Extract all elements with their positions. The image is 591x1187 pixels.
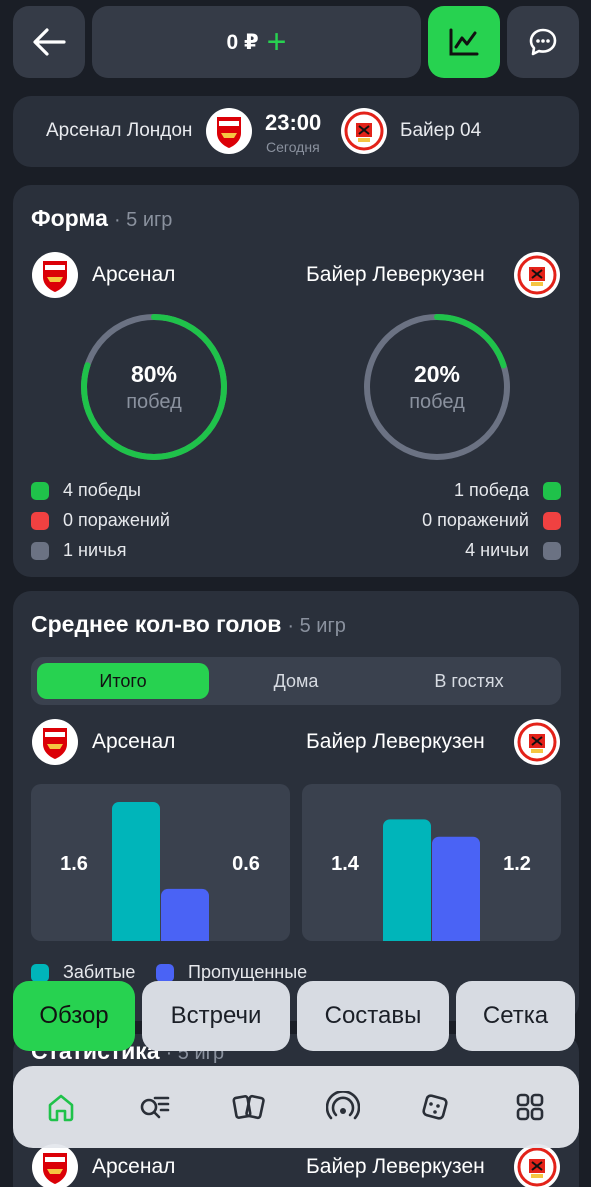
away-draws-row: 4 ничьи — [465, 540, 561, 561]
scored-value-label: 1.4 — [331, 853, 360, 875]
form-subtitle: · 5 игр — [113, 209, 173, 231]
away-wins-row: 1 победа — [454, 480, 561, 501]
match-header[interactable]: Арсенал Лондон 23:00 Сегодня Байер 04 — [13, 96, 579, 167]
home-goals-svg: 1.6 0.6 — [60, 802, 260, 941]
live-broadcast-icon[interactable] — [323, 1087, 363, 1127]
conceded-value-label: 1.2 — [503, 853, 531, 875]
draw-swatch — [543, 541, 561, 560]
goals-title: Среднее кол-во голов — [31, 611, 282, 637]
avg-goals-card: Среднее кол-во голов · 5 игр Итого Дома … — [13, 591, 579, 1021]
tab-lineups-label: Составы — [324, 1002, 422, 1029]
goals-away-name: Байер Леверкузен — [306, 730, 485, 753]
apps-grid-icon[interactable] — [510, 1087, 550, 1127]
stats-away-name: Байер Леверкузен — [306, 1155, 485, 1178]
balance-button[interactable]: 0 ₽ + — [92, 6, 421, 78]
tab-total[interactable]: Итого — [37, 663, 209, 699]
goals-subtitle: · 5 игр — [287, 615, 346, 637]
home-win-percent: 80% — [130, 361, 178, 387]
arrow-left-icon — [33, 28, 66, 56]
loss-swatch — [31, 511, 49, 530]
scored-legend: Забитые — [31, 962, 135, 983]
back-button[interactable] — [13, 6, 85, 78]
home-draws: 1 ничья — [63, 540, 127, 560]
conceded-value-label: 0.6 — [232, 853, 260, 875]
home-goals-chart: 1.6 0.6 — [31, 784, 290, 941]
tab-lineups[interactable]: Составы — [297, 981, 449, 1051]
tab-overview[interactable]: Обзор — [13, 981, 135, 1051]
tab-away-label: В гостях — [434, 670, 504, 691]
conceded-bar — [432, 836, 480, 941]
conceded-bar — [161, 888, 209, 941]
stats-chart-button[interactable] — [428, 6, 500, 78]
home-wins-row: 4 победы — [31, 480, 141, 501]
conceded-swatch — [156, 963, 174, 982]
conceded-legend: Пропущенные — [156, 962, 307, 983]
tab-overview-label: Обзор — [39, 1002, 109, 1029]
home-losses-row: 0 поражений — [31, 510, 170, 531]
home-losses: 0 поражений — [63, 510, 170, 530]
scored-label: Забитые — [63, 962, 136, 982]
form-card: Форма · 5 игр Арсенал Байер Леверкузен 8… — [13, 185, 579, 577]
home-win-label: побед — [126, 391, 182, 413]
goals-segmented-control: Итого Дома В гостях — [31, 657, 561, 705]
scored-bar — [112, 802, 160, 941]
search-list-icon[interactable] — [134, 1087, 174, 1127]
tab-home[interactable]: Дома — [210, 663, 382, 699]
form-home-name: Арсенал — [92, 263, 176, 286]
arsenal-logo — [206, 108, 252, 154]
leverkusen-logo — [514, 719, 560, 765]
home-draws-row: 1 ничья — [31, 540, 127, 561]
scored-bar — [383, 819, 431, 941]
goals-home-name: Арсенал — [92, 730, 176, 753]
away-goals-svg: 1.4 1.2 — [331, 819, 531, 941]
balance-value: 0 ₽ — [226, 30, 259, 54]
tab-total-label: Итого — [99, 670, 147, 691]
win-swatch — [31, 481, 49, 500]
arsenal-logo — [32, 252, 78, 298]
away-win-label: побед — [409, 391, 465, 413]
tab-meetings-label: Встречи — [170, 1002, 262, 1029]
tab-away[interactable]: В гостях — [383, 663, 555, 699]
dice-icon[interactable] — [416, 1087, 456, 1127]
away-win-percent: 20% — [413, 361, 461, 387]
tab-meetings[interactable]: Встречи — [142, 981, 290, 1051]
tab-home-label: Дома — [273, 670, 319, 691]
leverkusen-logo — [514, 1144, 560, 1187]
match-day: Сегодня — [266, 139, 320, 155]
line-chart-icon — [449, 28, 479, 56]
chat-button[interactable] — [507, 6, 579, 78]
chat-bubble-icon — [529, 28, 557, 56]
stats-home-name: Арсенал — [92, 1155, 176, 1178]
leverkusen-logo — [341, 108, 387, 154]
plus-icon: + — [266, 23, 287, 61]
away-wins: 1 победа — [453, 480, 529, 500]
home-team-name: Арсенал Лондон — [46, 120, 193, 141]
conceded-label: Пропущенные — [188, 962, 308, 982]
scored-value-label: 1.6 — [60, 853, 88, 875]
away-goals-chart: 1.4 1.2 — [302, 784, 561, 941]
bottom-nav — [13, 1066, 579, 1148]
form-heading: Форма · 5 игр — [31, 205, 172, 232]
home-wins: 4 победы — [63, 480, 141, 500]
draw-swatch — [31, 541, 49, 560]
match-time: 23:00 — [265, 110, 322, 135]
arsenal-logo — [32, 1144, 78, 1187]
scored-swatch — [31, 963, 49, 982]
form-away-name: Байер Леверкузен — [306, 263, 485, 286]
away-team-name: Байер 04 — [400, 120, 482, 141]
loss-swatch — [543, 511, 561, 530]
leverkusen-logo — [514, 252, 560, 298]
form-title: Форма — [31, 205, 108, 231]
win-swatch — [543, 481, 561, 500]
goals-heading: Среднее кол-во голов · 5 игр — [31, 611, 346, 638]
home-icon[interactable] — [41, 1087, 81, 1127]
tab-bracket-label: Сетка — [482, 1002, 549, 1029]
away-draws: 4 ничьи — [465, 540, 529, 560]
cards-icon[interactable] — [229, 1087, 269, 1127]
tab-bracket[interactable]: Сетка — [456, 981, 575, 1051]
arsenal-logo — [32, 719, 78, 765]
away-losses-row: 0 поражений — [422, 510, 561, 531]
away-losses: 0 поражений — [422, 510, 529, 530]
